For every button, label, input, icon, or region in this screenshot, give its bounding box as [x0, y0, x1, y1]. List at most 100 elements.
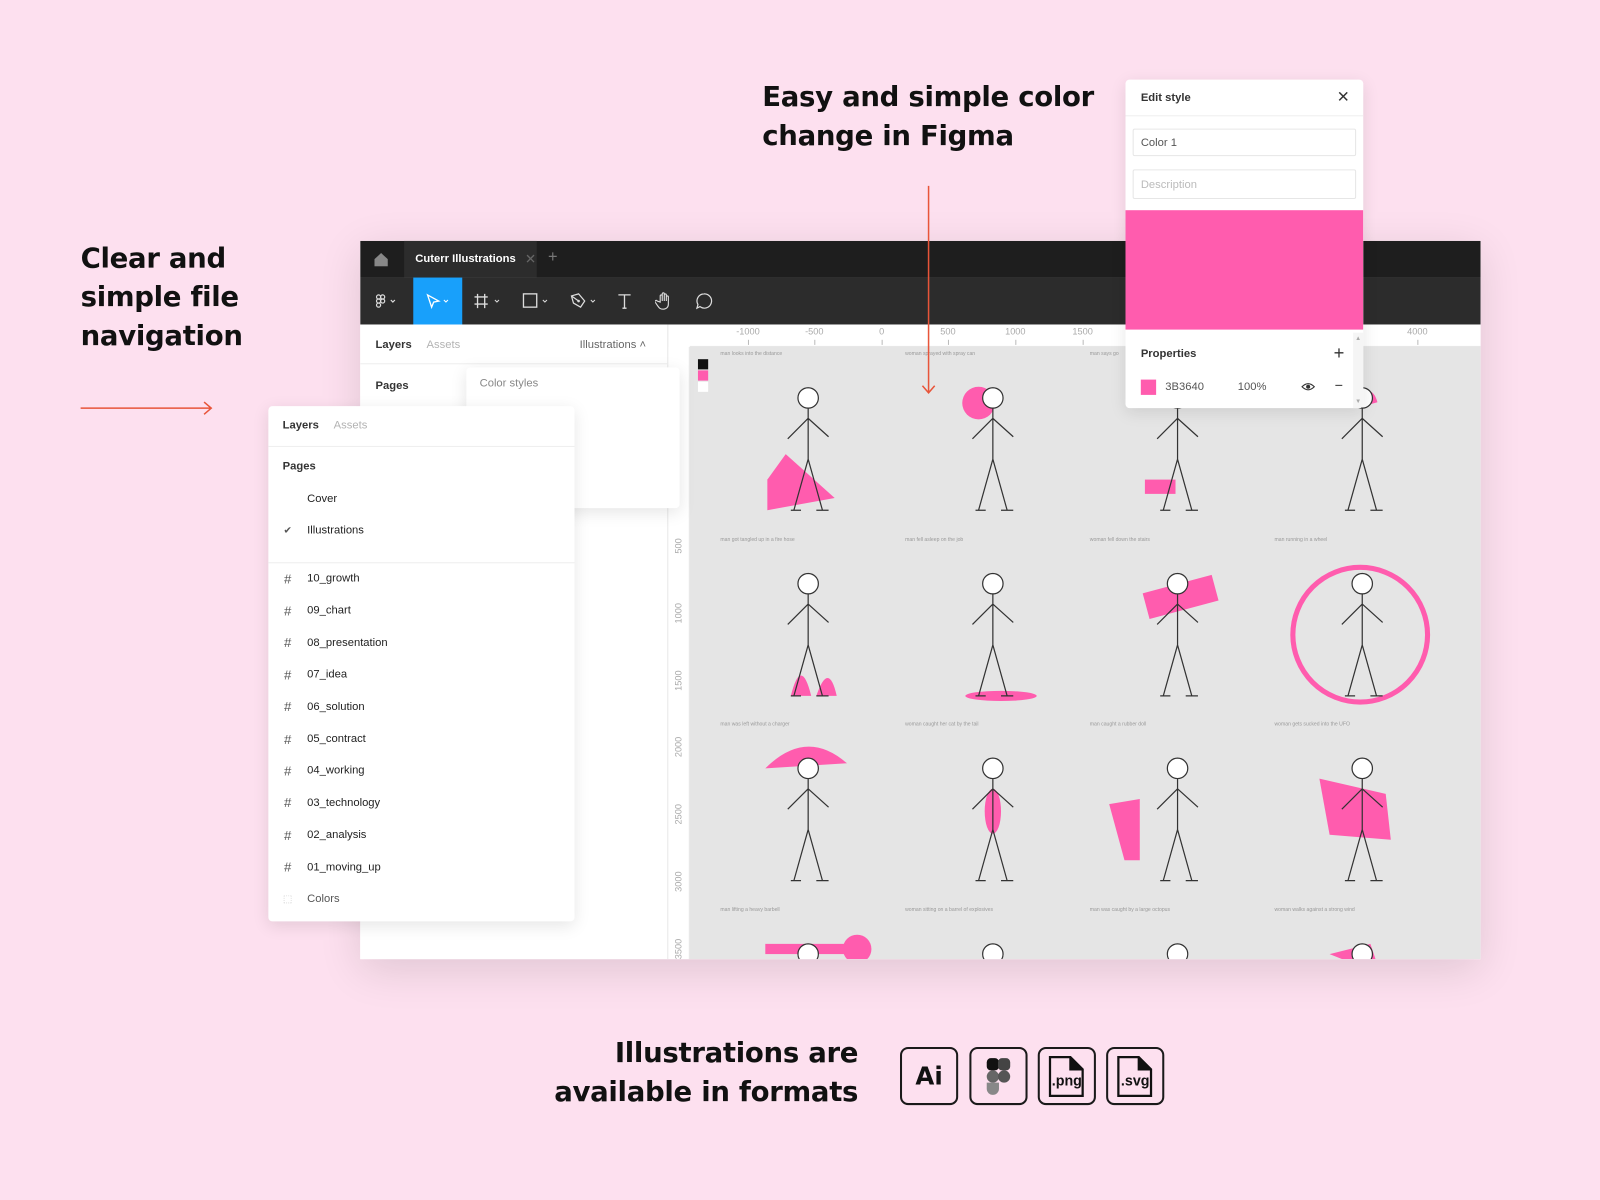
eye-icon[interactable] [1301, 382, 1316, 392]
illustration-frame[interactable]: man fell asleep on the job [899, 534, 1084, 719]
pen-icon[interactable] [566, 278, 603, 325]
heading-navigation: Clear and simple file navigation [81, 240, 243, 356]
illustration-image [1084, 913, 1269, 960]
illustration-image [714, 357, 899, 530]
frame-icon: # [284, 731, 292, 747]
tab-file[interactable]: Cuterr Illustrations ✕ [404, 240, 537, 278]
illustration-image [1084, 542, 1269, 715]
frame-icon[interactable] [470, 278, 507, 325]
illustration-frame[interactable]: woman fell down the stairs [1084, 534, 1269, 719]
illustration-frame[interactable]: man lifting a heavy barbell [714, 905, 899, 960]
layer-frame[interactable]: #02_analysis [268, 825, 366, 845]
divider [268, 562, 575, 564]
arrow-down-icon [921, 185, 936, 395]
style-name-value: Color 1 [1140, 136, 1178, 149]
home-icon[interactable] [373, 252, 388, 267]
ruler-tick-label: 0 [879, 326, 885, 337]
text-icon[interactable] [612, 278, 636, 325]
illustration-frame[interactable]: man running in a wheel [1268, 534, 1453, 719]
add-property-icon[interactable]: + [1334, 343, 1345, 364]
layer-name: 03_technology [307, 796, 381, 809]
frame-icon: # [284, 795, 292, 811]
scrollbar[interactable]: ▲ ▼ [1353, 332, 1364, 409]
illustration-frame[interactable]: woman caught her cat by the tail [899, 719, 1084, 904]
ruler-tick-label: 1000 [673, 602, 684, 624]
move-tool-button[interactable] [413, 277, 463, 325]
illustration-frame[interactable]: woman gets sucked into the UFO [1268, 719, 1453, 904]
illustration-image [1268, 913, 1453, 960]
move-icon [426, 293, 449, 310]
palette-swatch[interactable] [697, 381, 709, 392]
ruler-tick-label: 1500 [673, 669, 684, 691]
illustration-image [1268, 728, 1453, 901]
page-item[interactable]: ✔ Illustrations [268, 520, 363, 540]
new-tab-icon[interactable]: + [548, 249, 558, 267]
ruler-tick-label: 1500 [1072, 326, 1093, 337]
figma-menu-icon[interactable] [368, 278, 405, 325]
illustration-image [899, 913, 1084, 960]
ruler-tick-label: -500 [805, 326, 824, 337]
heading-line: Illustrations are [614, 1037, 859, 1070]
ruler-tick [947, 339, 949, 345]
layer-name: 02_analysis [307, 828, 367, 842]
layer-frame[interactable]: #09_chart [268, 600, 351, 620]
arrow-right-icon [80, 401, 213, 415]
layer-frame[interactable]: #06_solution [268, 697, 365, 717]
page-selector[interactable]: Illustrations ˄ [580, 339, 646, 351]
canvas[interactable]: man looks into the distance woman sprayed… [689, 346, 1481, 960]
format-label: .svg [1120, 1071, 1150, 1089]
pages-label: Pages [282, 460, 316, 473]
palette-swatch[interactable] [697, 359, 709, 370]
tab-assets[interactable]: Assets [334, 419, 368, 431]
frame-icon: # [284, 667, 292, 683]
fill-swatch[interactable] [1140, 379, 1157, 395]
illustration-frame[interactable]: woman sitting on a barrel of explosives [899, 905, 1084, 960]
style-name-input[interactable]: Color 1 [1132, 128, 1357, 157]
tab-assets[interactable]: Assets [427, 339, 461, 351]
rectangle-icon[interactable] [518, 278, 555, 325]
hand-icon[interactable] [652, 278, 676, 325]
close-icon[interactable]: ✕ [1337, 88, 1350, 106]
layer-name: 10_growth [307, 572, 360, 585]
frame-icon: # [284, 827, 292, 843]
fill-hex[interactable]: 3B3640 [1165, 381, 1204, 393]
heading-line: navigation [80, 320, 243, 353]
illustration-frame[interactable]: man got tangled up in a fire hose [714, 534, 899, 719]
layer-frame[interactable]: #04_working [268, 761, 365, 781]
heading-line: change in Figma [762, 120, 1014, 153]
layer-name: 05_contract [307, 732, 366, 745]
close-tab-icon[interactable]: ✕ [525, 251, 536, 267]
comment-icon[interactable] [692, 278, 716, 325]
ruler-tick [814, 339, 816, 345]
layer-frame[interactable]: #01_moving_up [268, 857, 381, 877]
layer-frame[interactable]: #10_growth [268, 568, 360, 588]
page-item[interactable]: Cover [268, 489, 337, 509]
illustration-frame[interactable]: man caught a rubber doll [1084, 719, 1269, 904]
color-swatch-preview[interactable] [1125, 210, 1364, 330]
illustration-frame[interactable]: woman walks against a strong wind [1268, 905, 1453, 960]
description-input[interactable]: Description [1132, 169, 1357, 199]
ai-file-icon: Ai [899, 1046, 959, 1106]
layer-frame[interactable]: #05_contract [268, 729, 366, 749]
tab-layers[interactable]: Layers [283, 419, 319, 431]
properties-label: Properties [1140, 347, 1197, 361]
illustration-frame[interactable]: man was left without a charger [714, 719, 899, 904]
fill-opacity[interactable]: 100% [1238, 381, 1267, 393]
illustration-frame[interactable]: man was caught by a large octopus [1084, 905, 1269, 960]
layer-frame[interactable]: #03_technology [268, 793, 380, 813]
divider [360, 363, 669, 365]
remove-fill-icon[interactable]: − [1335, 377, 1343, 393]
ruler-tick-label: -1000 [736, 326, 760, 337]
palette-swatch[interactable] [697, 370, 709, 381]
layer-colors[interactable]: ⬚ Colors [268, 889, 340, 909]
layer-frame[interactable]: #07_idea [268, 664, 347, 684]
frame-icon: # [284, 634, 292, 651]
layer-name: 08_presentation [307, 636, 388, 649]
ruler-tick-label: 1000 [1005, 326, 1026, 337]
layer-frame[interactable]: #08_presentation [268, 632, 388, 652]
illustration-image [899, 728, 1084, 901]
tab-layers[interactable]: Layers [376, 339, 412, 351]
divider [268, 445, 575, 447]
divider [1125, 115, 1364, 117]
illustration-frame[interactable]: man looks into the distance [714, 349, 899, 534]
